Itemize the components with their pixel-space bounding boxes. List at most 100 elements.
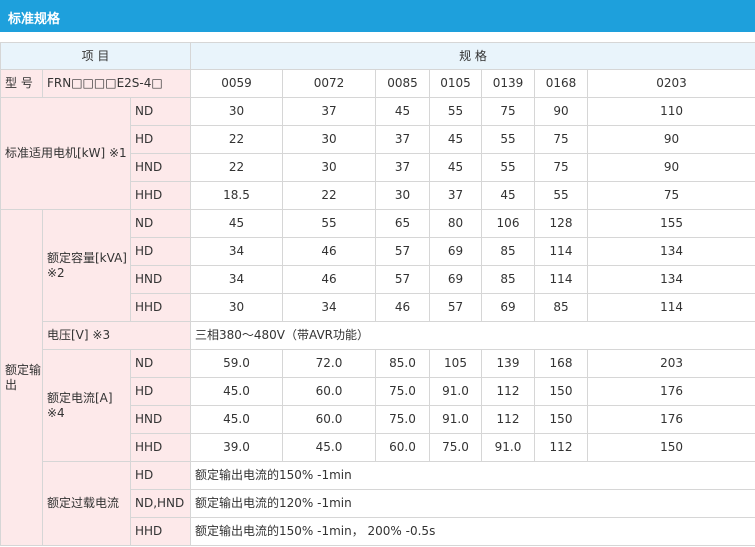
value-cell: 37 [375,125,430,154]
value-cell: 155 [586,209,755,238]
model-cell: 0139 [481,69,535,98]
value-cell: 30 [190,97,283,126]
voltage-value: 三相380～480V（带AVR功能） [189,321,755,350]
value-cell: 46 [282,265,376,294]
value-cell: 60.0 [375,433,430,462]
value-cell: 112 [481,377,535,406]
table-row: 电压[V] ※3 三相380～480V（带AVR功能） [1,321,755,350]
mode-cell: HND [130,265,191,294]
value-cell: 85.0 [375,349,430,378]
value-cell: 85 [481,265,535,294]
value-cell: 134 [586,265,755,294]
value-cell: 69 [481,293,535,322]
mode-cell: HD [130,237,191,266]
table-row: 标准适用电机[kW] ※1 ND 30 37 45 55 75 90 110 [0,97,755,210]
value-cell: 91.0 [429,377,482,406]
value-cell: 37 [429,181,482,210]
value-cell: 112 [534,433,588,462]
model-row: 型 号 FRN□□□□E2S-4□ 0059 0072 0085 0105 01… [0,69,755,98]
motor-label: 标准适用电机[kW] ※1 [0,97,131,210]
mode-cell: HHD [130,517,191,546]
value-cell: 91.0 [481,433,535,462]
value-cell: 45.0 [190,377,283,406]
value-cell: 57 [429,293,482,322]
value-cell: 85 [534,293,588,322]
value-cell: 34 [282,293,376,322]
section-header-bar: 标准规格 [0,0,755,32]
value-cell: 69 [429,237,482,266]
value-cell: 106 [481,209,535,238]
value-cell: 150 [534,377,588,406]
rated-output-label: 额定输出 [0,209,43,546]
table-row: 额定过载电流 HD 额定输出电流的150% -1min [1,461,755,546]
value-cell: 30 [282,125,376,154]
value-cell: 150 [586,433,755,462]
value-cell: 75 [481,97,535,126]
value-cell: 45 [190,209,283,238]
value-cell: 37 [375,153,430,182]
value-cell: 75.0 [429,433,482,462]
value-cell: 128 [534,209,588,238]
value-cell: 168 [534,349,588,378]
mode-cell: ND [130,97,191,126]
overload-value: 额定输出电流的120% -1min [189,489,755,518]
value-cell: 69 [429,265,482,294]
value-cell: 45 [481,181,535,210]
overload-value: 额定输出电流的150% -1min， 200% -0.5s [189,517,755,546]
value-cell: 22 [190,125,283,154]
value-cell: 80 [429,209,482,238]
value-cell: 105 [429,349,482,378]
value-cell: 60.0 [282,377,376,406]
value-cell: 75 [586,181,755,210]
mode-cell: HD [130,377,191,406]
value-cell: 59.0 [190,349,283,378]
value-cell: 55 [534,181,588,210]
table-row: 额定电流[A] ※4 ND 59.0 72.0 85.0 105 139 168… [1,349,755,462]
mode-cell: ND [130,209,191,238]
value-cell: 90 [586,125,755,154]
mode-cell: HHD [130,433,191,462]
value-cell: 114 [534,265,588,294]
model-cell: 0105 [429,69,482,98]
model-cell: 0203 [586,69,755,98]
value-cell: 55 [282,209,376,238]
value-cell: 45 [429,125,482,154]
overload-label: 额定过载电流 [42,461,131,546]
mode-cell: HND [130,405,191,434]
value-cell: 75 [534,125,588,154]
value-cell: 34 [190,265,283,294]
spec-table-container: 项 目 规 格 型 号 FRN□□□□E2S-4□ 0059 0072 0085… [0,42,755,546]
overload-value: 额定输出电流的150% -1min [189,461,755,490]
value-cell: 18.5 [190,181,283,210]
mode-cell: HD [130,461,191,490]
mode-cell: HND [130,153,191,182]
value-cell: 22 [190,153,283,182]
header-item: 项 目 [0,42,191,70]
value-cell: 75 [534,153,588,182]
value-cell: 114 [534,237,588,266]
value-cell: 114 [586,293,755,322]
model-cell: 0168 [534,69,588,98]
mode-cell: ND [130,349,191,378]
current-label: 额定电流[A] ※4 [42,349,131,462]
value-cell: 90 [534,97,588,126]
model-code: FRN□□□□E2S-4□ [42,69,191,98]
value-cell: 55 [481,153,535,182]
value-cell: 37 [282,97,376,126]
value-cell: 45 [429,153,482,182]
table-row: 额定输出 额定容量[kVA] ※2 ND 45 55 65 80 106 128… [0,209,755,546]
model-cell: 0072 [282,69,376,98]
voltage-label: 电压[V] ※3 [42,321,191,350]
value-cell: 176 [586,405,755,434]
model-cell: 0085 [375,69,430,98]
value-cell: 55 [429,97,482,126]
value-cell: 57 [375,265,430,294]
value-cell: 45.0 [282,433,376,462]
value-cell: 91.0 [429,405,482,434]
value-cell: 34 [190,237,283,266]
value-cell: 30 [282,153,376,182]
mode-cell: HD [130,125,191,154]
value-cell: 75.0 [375,405,430,434]
value-cell: 139 [481,349,535,378]
value-cell: 112 [481,405,535,434]
